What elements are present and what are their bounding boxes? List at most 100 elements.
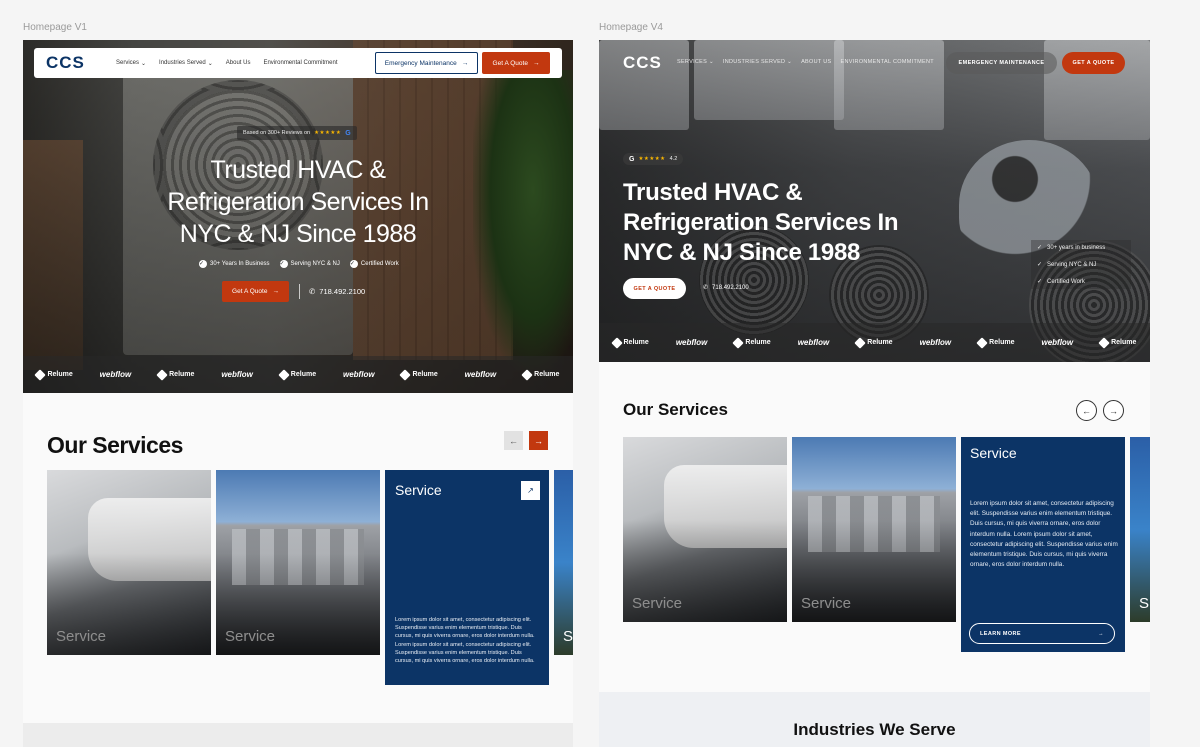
phone-link[interactable]: ✆ 718.492.2100 [309,287,365,296]
partner-logo: webflow [797,338,830,347]
hero-get-quote-button[interactable]: Get A Quote → [222,281,289,302]
external-link-icon[interactable]: ↗ [521,481,540,500]
partner-logo: webflow [1041,338,1074,347]
learn-more-button[interactable]: LEARN MORE → [969,623,1115,644]
google-icon: G [345,129,351,137]
phone-number: 718.492.2100 [712,284,749,291]
arrow-right-icon: → [272,288,279,295]
service-card[interactable]: S [1130,437,1150,622]
logo-text: Relume [47,371,73,378]
carousel-prev-button[interactable]: ← [504,431,523,450]
arrow-right-icon: → [532,59,540,67]
hero-section: CCS Services ⌄ Industries Served ⌄ About U… [23,40,573,393]
chevron-down-icon: ⌄ [207,60,213,67]
service-card-label: S [1139,595,1150,612]
logo-text: Relume [1111,339,1137,346]
logo-text: Relume [290,371,317,378]
frame-label-v1: Homepage V1 [23,22,87,33]
phone-icon: ✆ [309,287,316,296]
phone-icon: ✆ [703,285,709,291]
nav-links: SERVICES ⌄ INDUSTRIES SERVED ⌄ ABOUT US … [677,59,934,65]
check-icon: ✓ [1037,262,1043,268]
carousel-next-button[interactable]: → [529,431,548,450]
arrow-right-icon: → [1109,405,1118,416]
check-icon: ✓ [349,260,358,268]
feature-item: ✓ Serving NYC & NJ [279,260,340,268]
logo-text: Relume [989,339,1015,346]
nav-link-environmental[interactable]: Environmental Commitment [263,60,337,67]
nav-link-about[interactable]: ABOUT US [801,59,831,65]
relume-icon [278,368,290,381]
partner-logo: webflow [675,338,708,347]
nav-link-label: Industries Served [159,60,206,66]
service-card[interactable]: Service [623,437,787,622]
get-quote-button[interactable]: GET A QUOTE [1062,52,1125,74]
logo[interactable]: CCS [46,53,116,73]
hero-features: ✓ 30+ Years In Business ✓ Serving NYC & NJ… [199,260,399,268]
nav-link-environmental[interactable]: ENVIRONMENTAL COMMITMENT [841,59,934,65]
nav-link-about[interactable]: About Us [226,60,251,67]
carousel-prev-button[interactable]: ← [1076,400,1097,421]
nav-link-industries[interactable]: Industries Served ⌄ [159,60,213,67]
button-label: Get A Quote [492,59,528,67]
hero-title: Trusted HVAC & Refrigeration Services In… [623,179,899,266]
review-text: Based on 300+ Reviews on [243,130,311,136]
partner-logo: Relume [732,336,771,349]
hero-section: CCS SERVICES ⌄ INDUSTRIES SERVED ⌄ ABOUT… [599,40,1150,362]
service-card[interactable]: S [554,470,573,655]
get-quote-button[interactable]: Get A Quote → [482,52,550,74]
frame-label-v4: Homepage V4 [599,22,663,33]
hero-get-quote-button[interactable]: GET A QUOTE [623,278,686,299]
phone-number: 718.492.2100 [319,287,366,296]
services-title: Our Services [47,432,183,458]
logo-text: Relume [169,371,195,378]
partner-logo: Relume [521,368,559,381]
chevron-down-icon: ⌄ [708,59,714,65]
relume-icon [399,368,412,381]
relume-icon [1098,336,1110,349]
nav-link-services[interactable]: SERVICES ⌄ [677,59,714,65]
service-card[interactable]: Service [792,437,956,622]
service-card-label: Service [225,628,276,645]
navbar: CCS Services ⌄ Industries Served ⌄ About U… [34,48,562,78]
service-card-description: Lorem ipsum dolor sit amet, consectetur … [395,617,535,665]
arrow-left-icon: ← [1082,405,1091,416]
nav-link-label: INDUSTRIES SERVED [722,59,786,65]
partner-logo: Relume [854,336,893,349]
service-card-label: S [563,628,573,645]
relume-icon [521,368,533,381]
divider [299,284,300,299]
feature-item: ✓ Serving NYC & NJ [1037,261,1125,269]
check-icon: ✓ [199,260,207,268]
hero-bg-shelf [23,140,83,370]
emergency-maintenance-button[interactable]: EMERGENCY MAINTENANCE [946,52,1057,74]
nav-links: Services ⌄ Industries Served ⌄ About Us En… [116,60,338,67]
relume-icon [854,336,866,349]
feature-label: 30+ years in business [1047,244,1106,251]
service-card-expanded[interactable]: Service ↗ Lorem ipsum dolor sit amet, co… [385,470,549,685]
arrow-left-icon: ← [509,435,518,446]
partner-logo: Relume [976,336,1015,349]
service-card-title: Service [395,482,442,498]
hero-features: ✓ 30+ years in business ✓ Serving NYC & NJ… [1031,240,1131,289]
phone-link[interactable]: ✆ 718.492.2100 [703,284,749,292]
relume-icon [732,336,745,349]
service-card-label: Service [632,595,683,612]
nav-link-industries[interactable]: INDUSTRIES SERVED ⌄ [723,59,792,65]
emergency-maintenance-button[interactable]: Emergency Maintenance → [375,52,478,74]
service-card[interactable]: Service [216,470,380,655]
nav-link-label: Services [116,60,140,66]
check-icon: ✓ [279,260,288,268]
logo-text: Relume [745,339,771,346]
service-card[interactable]: Service [47,470,211,655]
logo-text: Relume [412,371,438,378]
partner-logo: Relume [156,368,195,381]
logo-strip: Relume webflow Relume webflow Relume web… [23,356,573,393]
nav-link-services[interactable]: Services ⌄ [116,60,146,67]
google-icon: G [629,155,635,163]
relume-icon [156,368,168,381]
logo[interactable]: CCS [623,53,662,73]
chevron-down-icon: ⌄ [787,59,793,65]
carousel-next-button[interactable]: → [1103,400,1124,421]
service-card-expanded[interactable]: Service Lorem ipsum dolor sit amet, cons… [961,437,1125,652]
